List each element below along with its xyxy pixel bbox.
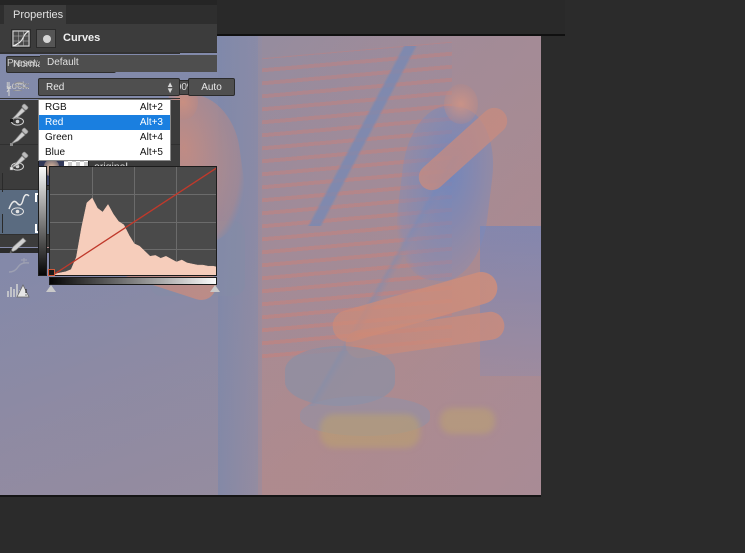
gray-point-eyedropper[interactable] [2, 126, 36, 148]
auto-button[interactable]: Auto [188, 78, 235, 96]
dropdown-item-label: RGB [45, 102, 67, 113]
tab-properties[interactable]: Properties [4, 5, 66, 25]
preset-label: Preset: [7, 58, 39, 69]
dropdown-item-shortcut: Alt+2 [140, 100, 163, 115]
channel-select-value: Red [46, 82, 64, 93]
white-input-slider[interactable] [210, 285, 220, 292]
dropdown-item-shortcut: Alt+5 [140, 145, 163, 160]
smooth-curve-tool[interactable] [2, 258, 36, 278]
curves-adjustment-icon [11, 29, 31, 48]
input-gradient-bar [49, 277, 217, 285]
pencil-draw-tool[interactable] [2, 235, 36, 256]
properties-title: Curves [63, 32, 100, 44]
targeted-adjustment-tool[interactable] [2, 78, 36, 100]
dropdown-item-shortcut: Alt+3 [140, 115, 163, 130]
clipping-warning-icon[interactable] [2, 280, 36, 300]
white-point-eyedropper[interactable] [2, 150, 36, 172]
black-point-eyedropper[interactable] [2, 102, 36, 124]
properties-header: Curves [0, 24, 217, 53]
dropdown-item-shortcut: Alt+4 [140, 130, 163, 145]
tone-curve-line[interactable] [50, 167, 217, 276]
channel-dropdown-menu: RGB Alt+2 Red Alt+3 Green Alt+4 Blue Alt… [38, 99, 171, 161]
dropdown-item-rgb[interactable]: RGB Alt+2 [39, 100, 170, 115]
dropdown-item-label: Blue [45, 147, 65, 158]
curves-tools-column [2, 76, 36, 276]
channel-row: Red ▲▼ Auto [38, 78, 217, 98]
canvas-bottom-divider [0, 495, 541, 497]
dropdown-item-label: Red [45, 117, 63, 128]
preset-row: Preset: Default [0, 53, 217, 75]
black-point-control[interactable] [48, 269, 55, 276]
dropdown-item-blue[interactable]: Blue Alt+5 [39, 145, 170, 160]
curve-point-tool[interactable] [2, 173, 36, 233]
tab-properties-label: Properties [13, 9, 63, 21]
curves-graph[interactable] [38, 166, 217, 291]
dropdown-item-label: Green [45, 132, 73, 143]
properties-tabbar: Properties [0, 5, 217, 24]
curves-grid[interactable] [49, 166, 217, 276]
preset-select[interactable]: Default [40, 55, 217, 72]
dropdown-item-green[interactable]: Green Alt+4 [39, 130, 170, 145]
black-input-slider[interactable] [46, 285, 56, 292]
output-gradient-bar [38, 166, 47, 276]
dropdown-item-red[interactable]: Red Alt+3 [39, 115, 170, 130]
clip-to-layer-icon[interactable] [36, 29, 56, 48]
channel-select[interactable]: Red ▲▼ [38, 78, 180, 96]
chevron-updown-icon: ▲▼ [166, 82, 174, 94]
photoshop-window: Layers Channels Paths Kind ▲▼ [0, 0, 745, 553]
